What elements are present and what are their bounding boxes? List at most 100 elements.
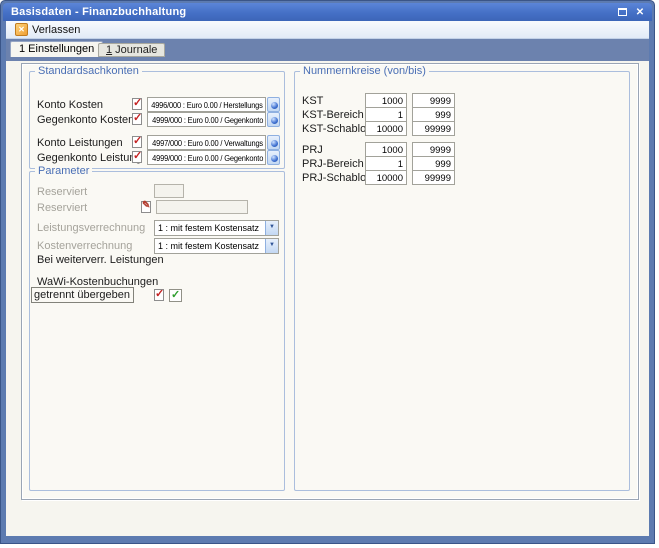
kostenverrechnung-value: 1 : mit festem Kostensatz: [158, 241, 259, 251]
document-check-icon[interactable]: ✓: [153, 288, 166, 302]
reserviert1-label: Reserviert: [37, 186, 87, 198]
leistungsverrechnung-row: Leistungsverrechnung 1 : mit festem Kost…: [30, 220, 284, 235]
numrange-row-prj-bereich: PRJ-Bereich 1 999: [295, 156, 629, 171]
tab-page-client: Standardsachkonten Konto Kosten ✓ 4996/0…: [21, 63, 639, 500]
tab-strip: 1 Einstellungen 1 Journale: [6, 39, 649, 61]
group-standardsachkonten-title: Standardsachkonten: [35, 65, 142, 77]
lookup-ball-icon: [271, 155, 278, 162]
getrennt-uebergeben-label: getrennt übergeben: [31, 287, 134, 303]
account-row-gegenkonto-kosten: Gegenkonto Kosten ✓ 4999/000 : Euro 0.00…: [30, 112, 284, 127]
konto-leistungen-value: 4997/000 : Euro 0.00 / Verwaltungs: [152, 138, 263, 148]
exit-button-label: Verlassen: [32, 24, 80, 36]
red-check-glyph: ✓: [155, 287, 164, 301]
field-label: Gegenkonto Kosten: [37, 114, 134, 126]
dropdown-button[interactable]: ▼: [265, 221, 278, 235]
account-row-konto-kosten: Konto Kosten ✓ 4996/000 : Euro 0.00 / He…: [30, 97, 284, 112]
gegenkonto-kosten-value: 4999/000 : Euro 0.00 / Gegenkonto: [152, 115, 263, 125]
restore-glyph: [618, 8, 627, 16]
lookup-button[interactable]: [267, 97, 280, 112]
kst-to-field[interactable]: 9999: [412, 93, 455, 108]
field-label: Gegenkonto Leistung: [37, 152, 142, 164]
lookup-button[interactable]: [267, 135, 280, 150]
group-nummernkreise-title: Nummernkreise (von/bis): [300, 65, 429, 77]
account-row-gegenkonto-leistung: Gegenkonto Leistung ✓ 4999/000 : Euro 0.…: [30, 150, 284, 165]
red-check-glyph: ✓: [133, 149, 142, 163]
tab-page: Standardsachkonten Konto Kosten ✓ 4996/0…: [6, 61, 649, 536]
group-nummernkreise: Nummernkreise (von/bis) KST 1000 9999 KS…: [294, 71, 630, 491]
document-check-icon[interactable]: ✓: [131, 112, 144, 126]
toolbar: ✕ Verlassen: [6, 21, 649, 39]
prj-bereich-from-field[interactable]: 1: [365, 156, 407, 171]
lookup-ball-icon: [271, 140, 278, 147]
kst-schablone-from-field[interactable]: 10000: [365, 121, 407, 136]
edit-note-icon[interactable]: ✎: [140, 200, 153, 214]
kst-bereich-to-field[interactable]: 999: [412, 107, 455, 122]
account-row-konto-leistungen: Konto Leistungen ✓ 4997/000 : Euro 0.00 …: [30, 135, 284, 150]
window-body: ✕ Verlassen 1 Einstellungen 1 Journale S…: [6, 21, 649, 536]
konto-kosten-field[interactable]: 4996/000 : Euro 0.00 / Herstellungs: [147, 97, 266, 112]
exit-icon: ✕: [15, 23, 28, 36]
tab-einstellungen[interactable]: 1 Einstellungen: [10, 41, 103, 57]
tab-einstellungen-label: 1 Einstellungen: [19, 43, 94, 55]
kst-bereich-from-field[interactable]: 1: [365, 107, 407, 122]
kostenverrechnung-label: Kostenverrechnung: [37, 240, 132, 252]
numrange-label: KST-Bereich: [302, 109, 364, 121]
lookup-ball-icon: [271, 117, 278, 124]
red-check-glyph: ✓: [133, 134, 142, 148]
lookup-ball-icon: [271, 102, 278, 109]
reserved-row-2: Reserviert ✎: [30, 200, 284, 215]
window-controls: ✕: [617, 7, 646, 18]
leistungsverrechnung-value: 1 : mit festem Kostensatz: [158, 223, 259, 233]
reserved-row-1: Reserviert: [30, 184, 284, 199]
chevron-down-icon: ▼: [269, 242, 275, 248]
document-check-icon[interactable]: ✓: [131, 135, 144, 149]
reserviert2-label: Reserviert: [37, 202, 87, 214]
green-check-glyph: ✓: [171, 288, 180, 302]
window-title: Basisdaten - Finanzbuchhaltung: [11, 6, 617, 18]
prj-schablone-to-field[interactable]: 99999: [412, 170, 455, 185]
konto-leistungen-field[interactable]: 4997/000 : Euro 0.00 / Verwaltungs: [147, 135, 266, 150]
exit-button[interactable]: ✕ Verlassen: [10, 22, 85, 37]
document-check-icon[interactable]: ✓: [131, 97, 144, 111]
window: Basisdaten - Finanzbuchhaltung ✕ ✕ Verla…: [0, 0, 655, 544]
konto-kosten-value: 4996/000 : Euro 0.00 / Herstellungs: [151, 100, 263, 110]
tab-journale-label: Journale: [112, 44, 157, 56]
dropdown-button[interactable]: ▼: [265, 239, 278, 253]
prj-to-field[interactable]: 9999: [412, 142, 455, 157]
pencil-glyph: ✎: [142, 199, 150, 213]
lookup-button[interactable]: [267, 112, 280, 127]
leistungsverrechnung-select[interactable]: 1 : mit festem Kostensatz ▼: [154, 220, 279, 236]
numrange-row-prj-schablone: PRJ-Schablone 10000 99999: [295, 170, 629, 185]
prj-from-field[interactable]: 1000: [365, 142, 407, 157]
numrange-label: PRJ: [302, 144, 323, 156]
gegenkonto-leistung-value: 4999/000 : Euro 0.00 / Gegenkonto: [152, 153, 263, 163]
numrange-row-kst: KST 1000 9999: [295, 93, 629, 108]
group-parameter: Parameter Reserviert Reserviert ✎ Leistu…: [29, 171, 285, 491]
getrennt-uebergeben-checkbox[interactable]: ✓: [169, 289, 182, 302]
group-parameter-title: Parameter: [35, 165, 92, 177]
reserviert2-field[interactable]: [156, 200, 248, 214]
weiterverr-label: Bei weiterverr. Leistungen: [37, 254, 164, 266]
leistungsverrechnung-label: Leistungsverrechnung: [37, 222, 145, 234]
titlebar[interactable]: Basisdaten - Finanzbuchhaltung ✕: [3, 3, 652, 21]
restore-icon[interactable]: [617, 7, 629, 18]
group-standardsachkonten: Standardsachkonten Konto Kosten ✓ 4996/0…: [29, 71, 285, 169]
kst-schablone-to-field[interactable]: 99999: [412, 121, 455, 136]
getrennt-row: getrennt übergeben ✓ ✓: [30, 287, 284, 304]
document-check-icon[interactable]: ✓: [131, 150, 144, 164]
tab-journale[interactable]: 1 Journale: [98, 43, 165, 57]
lookup-button[interactable]: [267, 150, 280, 165]
numrange-row-kst-bereich: KST-Bereich 1 999: [295, 107, 629, 122]
numrange-row-prj: PRJ 1000 9999: [295, 142, 629, 157]
chevron-down-icon: ▼: [269, 224, 275, 230]
field-label: Konto Kosten: [37, 99, 103, 111]
gegenkonto-leistung-field[interactable]: 4999/000 : Euro 0.00 / Gegenkonto: [147, 150, 266, 165]
kst-from-field[interactable]: 1000: [365, 93, 407, 108]
prj-bereich-to-field[interactable]: 999: [412, 156, 455, 171]
reserviert1-field[interactable]: [154, 184, 184, 198]
gegenkonto-kosten-field[interactable]: 4999/000 : Euro 0.00 / Gegenkonto: [147, 112, 266, 127]
prj-schablone-from-field[interactable]: 10000: [365, 170, 407, 185]
weiterverr-row: Bei weiterverr. Leistungen: [30, 252, 284, 267]
close-icon[interactable]: ✕: [634, 7, 646, 18]
numrange-row-kst-schablone: KST-Schablone 10000 99999: [295, 121, 629, 136]
